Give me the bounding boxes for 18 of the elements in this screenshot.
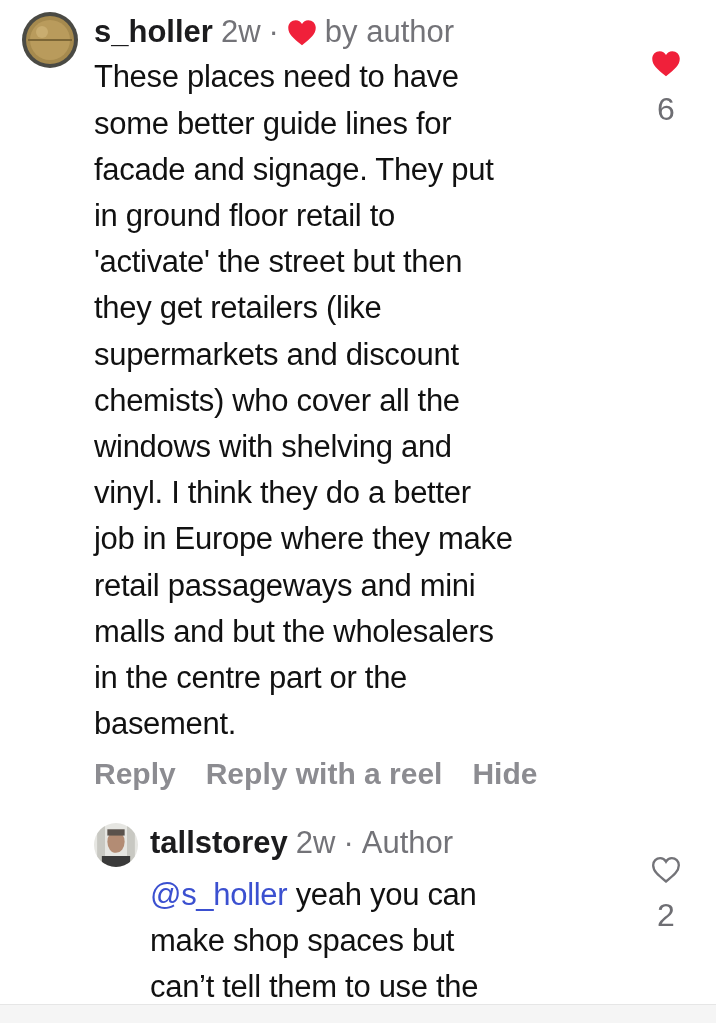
separator: ·: [343, 825, 354, 862]
comment-text: These places need to have some better guide lines for facade and signage. They put in ground floor retail to 'activate' the street but then they get retailers (like supermarkets and discount chemists) who cover all the windows with shelving and vinyl. I think they do a better job in Europe where they make retail passageways and mini malls and but the wholesalers in the centre part or the basement.: [94, 58, 514, 744]
action-link[interactable]: Hide: [472, 757, 538, 792]
like-button[interactable]: [651, 50, 681, 77]
timestamp: 2w: [220, 14, 261, 51]
like-count: 2: [657, 896, 675, 934]
reply-text: @s_holler yeah you can make shop spaces but can’t tell them to use the: [150, 875, 480, 1004]
separator: ·: [268, 14, 279, 51]
author-label: by author: [324, 14, 455, 51]
username[interactable]: s_holler: [94, 14, 213, 51]
like-button[interactable]: [652, 857, 680, 883]
action-link[interactable]: Reply with a reel: [205, 757, 443, 792]
timestamp: 2w: [295, 825, 336, 862]
action-link[interactable]: Reply: [94, 757, 176, 792]
like-count: 6: [657, 91, 675, 128]
mention-link[interactable]: @s_holler: [150, 876, 288, 912]
username[interactable]: tallstorey: [150, 825, 288, 862]
author-label: Author: [361, 825, 454, 862]
